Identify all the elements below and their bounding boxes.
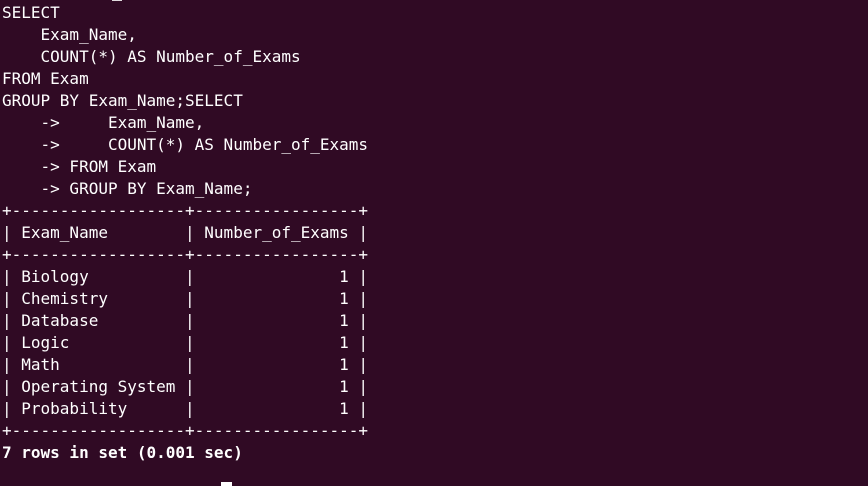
query-line: Exam_Name, <box>2 25 137 44</box>
query-line: GROUP BY Exam_Name;SELECT <box>2 91 243 110</box>
terminal-window[interactable]: SELECT Exam_Name, COUNT(*) AS Number_of_… <box>0 0 868 486</box>
table-row: | Probability | 1 | <box>2 399 369 418</box>
terminal-output: SELECT Exam_Name, COUNT(*) AS Number_of_… <box>2 2 368 464</box>
continuation-line: -> Exam_Name, <box>2 113 205 132</box>
table-row: | Database | 1 | <box>2 311 369 330</box>
query-line: SELECT <box>2 3 60 22</box>
table-border-top: +------------------+-----------------+ <box>2 201 369 220</box>
table-row: | Logic | 1 | <box>2 333 369 352</box>
continuation-line: -> FROM Exam <box>2 157 157 176</box>
table-header: | Exam_Name | Number_of_Exams | <box>2 223 369 242</box>
table-row: | Operating System | 1 | <box>2 377 369 396</box>
table-row: | Math | 1 | <box>2 355 369 374</box>
table-row: | Biology | 1 | <box>2 267 369 286</box>
previous-cursor-mark <box>112 0 122 1</box>
query-line: COUNT(*) AS Number_of_Exams <box>2 47 301 66</box>
table-row: | Chemistry | 1 | <box>2 289 369 308</box>
continuation-line: -> COUNT(*) AS Number_of_Exams <box>2 135 369 154</box>
continuation-line: -> GROUP BY Exam_Name; <box>2 179 253 198</box>
result-status: 7 rows in set (0.001 sec) <box>2 443 243 462</box>
table-border-bottom: +------------------+-----------------+ <box>2 421 369 440</box>
text-cursor <box>221 482 232 486</box>
query-line: FROM Exam <box>2 69 89 88</box>
table-border-middle: +------------------+-----------------+ <box>2 245 369 264</box>
